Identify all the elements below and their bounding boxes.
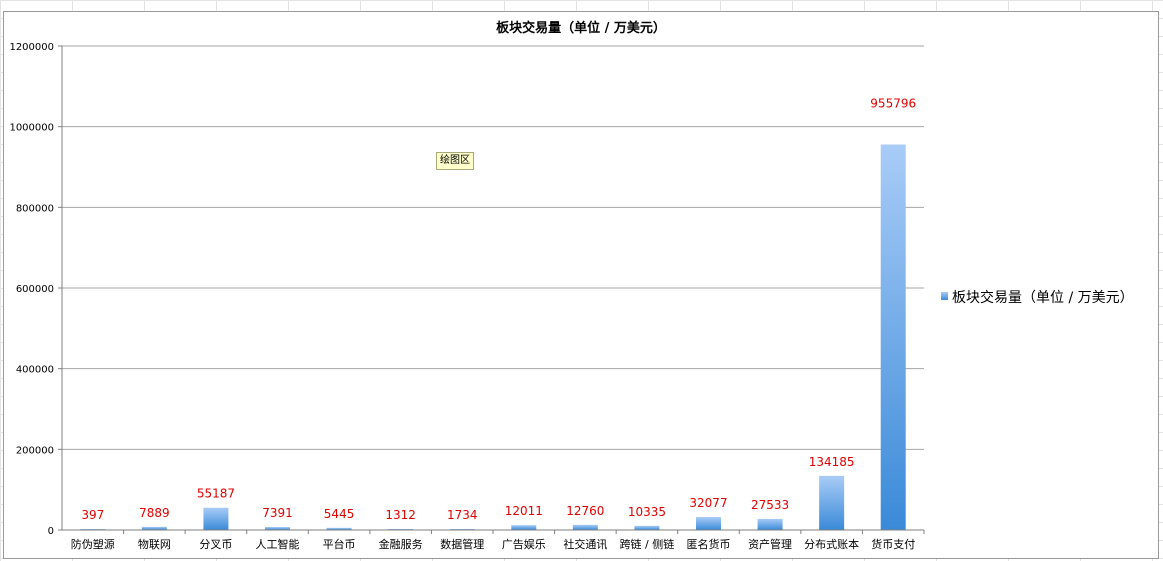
data-labels: 397 7889 55187 7391 5445 1312 1734 12011 12760 10… bbox=[81, 96, 916, 522]
legend[interactable]: 板块交易量（单位 / 万美元） bbox=[941, 289, 1134, 306]
bars bbox=[80, 144, 906, 531]
data-label: 7391 bbox=[262, 506, 293, 520]
plot-area-tooltip: 绘图区 bbox=[436, 152, 474, 170]
x-tick-label: 数据管理 bbox=[440, 537, 484, 551]
data-label: 134185 bbox=[809, 455, 855, 469]
bar-chart: 板块交易量（单位 / 万美元） 0 200000 400000 600000 80000… bbox=[9, 20, 1134, 551]
data-label: 5445 bbox=[324, 507, 355, 521]
data-label: 397 bbox=[81, 508, 104, 522]
bar bbox=[634, 525, 660, 530]
x-tick-label: 平台币 bbox=[323, 537, 356, 551]
x-tick-label: 货币支付 bbox=[871, 537, 915, 551]
bar bbox=[203, 507, 229, 530]
gridlines bbox=[58, 45, 924, 531]
chart-title: 板块交易量（单位 / 万美元） bbox=[496, 20, 666, 36]
data-label: 1734 bbox=[447, 508, 478, 522]
x-tick-label: 分布式账本 bbox=[804, 537, 859, 551]
legend-label: 板块交易量（单位 / 万美元） bbox=[952, 289, 1134, 306]
x-tick-label: 社交通讯 bbox=[563, 537, 607, 551]
x-axis-ticks: 防伪塑源 物联网 分叉币 人工智能 平台币 金融服务 数据管理 广告娱乐 社交通讯 跨链 / 侧链… bbox=[71, 530, 925, 551]
y-tick-label: 1000000 bbox=[9, 123, 54, 134]
x-tick-label: 防伪塑源 bbox=[71, 537, 115, 551]
x-tick-label: 物联网 bbox=[138, 537, 171, 551]
x-tick-label: 匿名货币 bbox=[687, 537, 731, 551]
bar bbox=[511, 525, 537, 530]
bar bbox=[572, 524, 598, 530]
chart-area[interactable]: 板块交易量（单位 / 万美元） 0 200000 400000 600000 80000… bbox=[3, 11, 1159, 559]
data-label: 27533 bbox=[751, 498, 789, 512]
data-label: 10335 bbox=[628, 505, 666, 519]
data-label: 12011 bbox=[505, 504, 543, 518]
x-tick-label: 广告娱乐 bbox=[502, 537, 546, 551]
x-tick-label: 分叉币 bbox=[199, 538, 232, 551]
y-tick-label: 800000 bbox=[16, 203, 54, 214]
data-label: 12760 bbox=[566, 504, 604, 518]
x-tick-label: 资产管理 bbox=[748, 537, 792, 551]
bar bbox=[880, 144, 906, 531]
y-tick-label: 200000 bbox=[16, 445, 54, 456]
y-tick-label: 0 bbox=[48, 526, 54, 537]
y-tick-label: 600000 bbox=[16, 284, 54, 295]
data-label: 32077 bbox=[689, 496, 727, 510]
bar bbox=[819, 475, 845, 530]
y-axis-ticks: 0 200000 400000 600000 800000 1000000 1200000 bbox=[9, 42, 54, 537]
data-label: 1312 bbox=[385, 508, 416, 522]
legend-swatch bbox=[941, 292, 948, 300]
bar bbox=[757, 518, 783, 530]
bar bbox=[696, 517, 721, 530]
x-tick-label: 跨链 / 侧链 bbox=[620, 537, 675, 551]
y-tick-label: 400000 bbox=[16, 365, 54, 376]
x-tick-label: 金融服务 bbox=[379, 537, 423, 551]
data-label: 55187 bbox=[197, 487, 235, 501]
y-tick-label: 1200000 bbox=[9, 42, 54, 53]
data-label: 955796 bbox=[870, 96, 916, 110]
x-tick-label: 人工智能 bbox=[256, 537, 300, 551]
data-label: 7889 bbox=[139, 506, 170, 520]
